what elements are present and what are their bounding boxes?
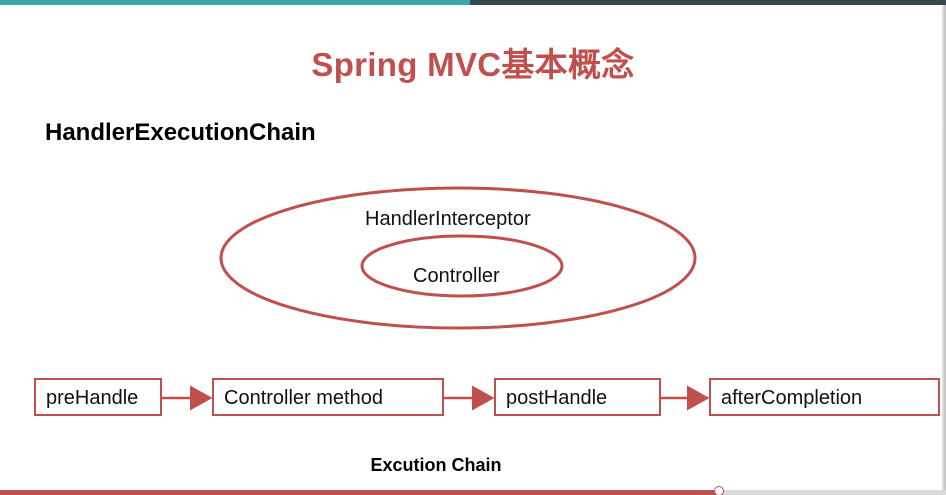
video-progress-handle[interactable] bbox=[714, 486, 724, 495]
controller-label: Controller bbox=[413, 265, 500, 287]
aftercompletion-box: afterCompletion bbox=[709, 378, 940, 416]
video-progress-fill bbox=[0, 490, 719, 495]
chain-diagram bbox=[162, 186, 710, 411]
interceptor-label: HandlerInterceptor bbox=[365, 208, 531, 230]
controller-method-box: Controller method bbox=[212, 378, 444, 416]
prehandle-box: preHandle bbox=[34, 378, 162, 416]
slide-canvas: Spring MVC基本概念 HandlerExecutionChain Han… bbox=[0, 0, 946, 495]
posthandle-box: postHandle bbox=[494, 378, 661, 416]
diagram-caption: Excution Chain bbox=[370, 455, 502, 475]
